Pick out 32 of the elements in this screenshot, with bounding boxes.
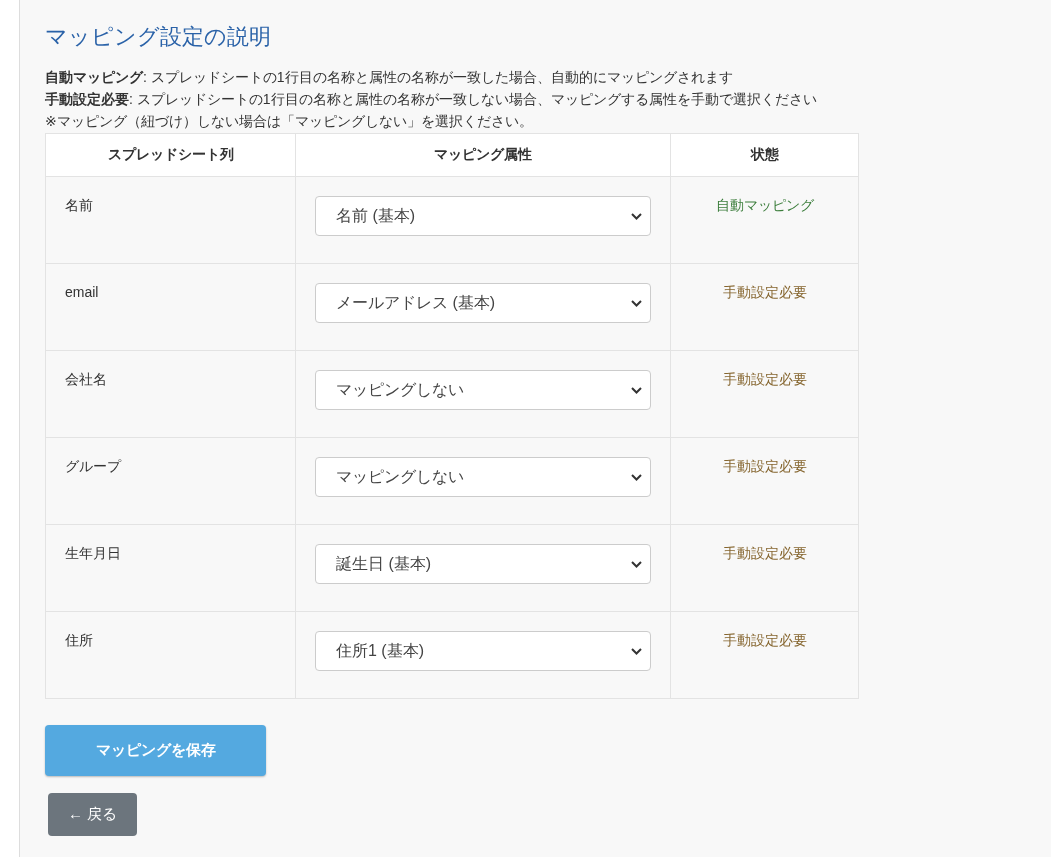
attribute-select[interactable]: メールアドレス (基本): [315, 283, 651, 323]
spreadsheet-column-name: 住所: [65, 632, 93, 648]
status-text: 手動設定必要: [722, 458, 807, 474]
spreadsheet-column-name: 会社名: [65, 371, 107, 387]
attribute-select[interactable]: 誕生日 (基本): [315, 544, 651, 584]
chevron-down-icon: [631, 560, 642, 568]
spreadsheet-column-name: グループ: [65, 458, 121, 474]
description-text: 手動設定必要: スプレッドシートの1行目の名称と属性の名称が一致しない場合、マッピングする属性を手動で選択ください: [45, 90, 818, 109]
column-header: 状態: [670, 133, 859, 177]
chevron-down-icon: [631, 647, 642, 655]
description-text: 自動マッピング: スプレッドシートの1行目の名称と属性の名称が一致した場合、自動的にマッピングされます: [45, 68, 734, 87]
back-button[interactable]: ← 戻る: [48, 793, 138, 836]
column-header: マッピング属性: [295, 133, 671, 177]
spreadsheet-column-name: 名前: [65, 197, 93, 213]
attribute-select[interactable]: マッピングしない: [315, 370, 651, 410]
status-text: 手動設定必要: [722, 545, 807, 561]
spreadsheet-column-name: 生年月日: [65, 545, 121, 561]
description-text: ※マッピング（紐づけ）しない場合は「マッピングしない」を選択ください。: [45, 112, 534, 131]
attribute-select[interactable]: 名前 (基本): [315, 196, 651, 236]
status-text: 手動設定必要: [722, 632, 807, 648]
status-text: 自動マッピング: [715, 197, 814, 213]
chevron-down-icon: [631, 299, 642, 307]
chevron-down-icon: [631, 473, 642, 481]
attribute-select[interactable]: マッピングしない: [315, 457, 651, 497]
chevron-down-icon: [631, 212, 642, 220]
status-text: 手動設定必要: [722, 371, 807, 387]
spreadsheet-column-name: email: [65, 284, 99, 300]
section-title: マッピング設定の説明: [45, 23, 272, 51]
chevron-down-icon: [631, 386, 642, 394]
status-text: 手動設定必要: [722, 284, 807, 300]
column-header: スプレッドシート列: [45, 133, 296, 177]
attribute-select[interactable]: 住所1 (基本): [315, 631, 651, 671]
